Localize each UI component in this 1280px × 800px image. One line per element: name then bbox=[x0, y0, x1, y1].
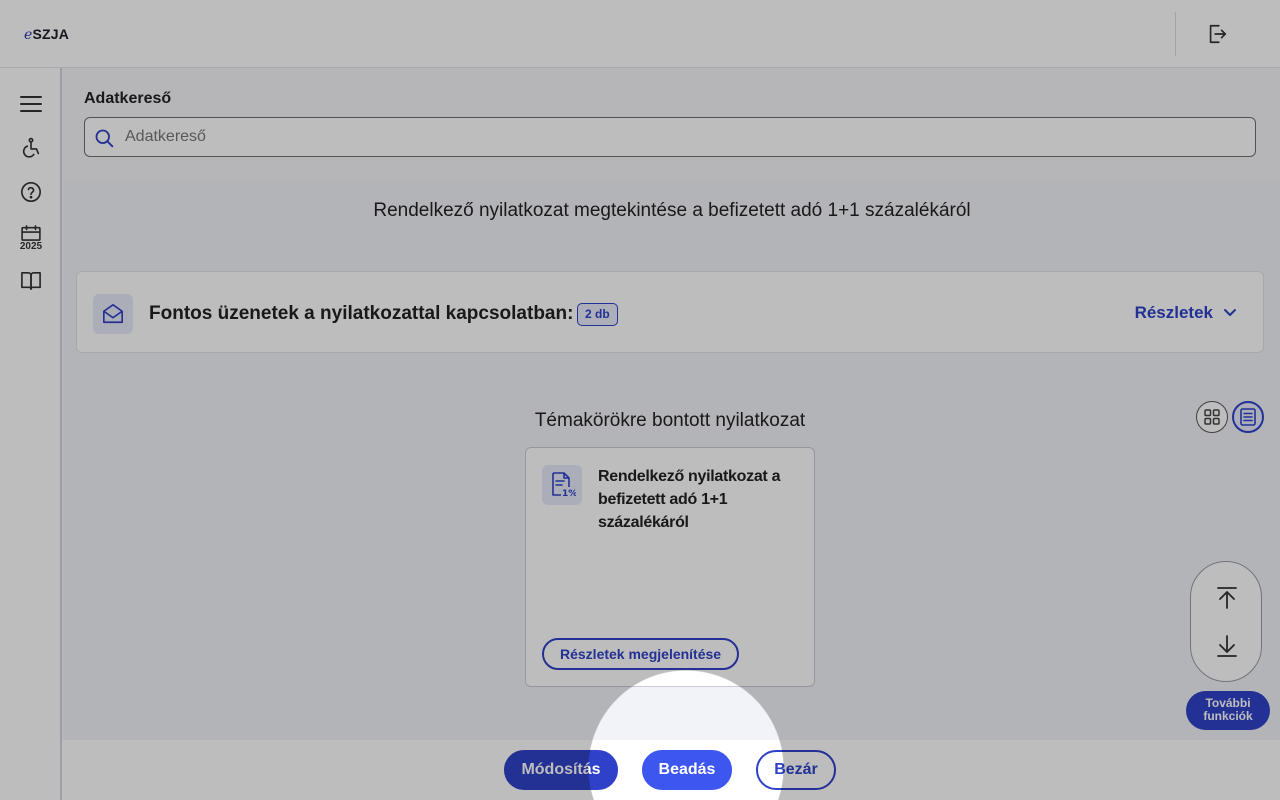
topic-card: 1% Rendelkező nyilatkozat a befizetett a… bbox=[525, 447, 815, 687]
envelope-icon bbox=[93, 294, 133, 334]
document-percent-icon: 1% bbox=[542, 465, 582, 505]
search-icon bbox=[94, 128, 114, 153]
submit-button[interactable]: Beadás bbox=[642, 750, 732, 790]
help-icon bbox=[21, 182, 41, 202]
help-button[interactable] bbox=[13, 174, 49, 210]
calendar-icon bbox=[21, 224, 41, 241]
arrow-up-to-line-icon bbox=[1217, 587, 1237, 609]
arrow-down-to-line-icon bbox=[1217, 635, 1237, 657]
search-input[interactable] bbox=[125, 118, 1245, 156]
search-label: Adatkereső bbox=[84, 90, 172, 107]
grid-icon bbox=[1204, 409, 1220, 425]
show-details-button[interactable]: Részletek megjelenítése bbox=[542, 638, 740, 670]
scroll-to-top-button[interactable] bbox=[1213, 584, 1241, 612]
scroll-controls bbox=[1190, 561, 1262, 682]
search-box bbox=[84, 117, 1256, 157]
eszja-logo[interactable]: eSZJA bbox=[24, 26, 69, 43]
chevron-down-icon bbox=[1224, 309, 1236, 316]
page-title: Rendelkező nyilatkozat megtekintése a be… bbox=[373, 200, 971, 221]
scroll-to-bottom-button[interactable] bbox=[1213, 632, 1241, 660]
accessibility-icon bbox=[22, 137, 40, 158]
close-button[interactable]: Bezár bbox=[756, 750, 836, 790]
accessibility-button[interactable] bbox=[13, 130, 49, 166]
grid-view-button[interactable] bbox=[1196, 401, 1228, 433]
more-functions-button[interactable]: További funkciók bbox=[1186, 691, 1270, 730]
logout-icon bbox=[1209, 24, 1227, 44]
menu-icon bbox=[20, 96, 42, 112]
list-view-button[interactable] bbox=[1232, 401, 1264, 433]
year-label: 2025 bbox=[19, 240, 43, 252]
more-functions-line2: funkciók bbox=[1203, 709, 1253, 723]
menu-button[interactable] bbox=[13, 86, 49, 122]
logout-button[interactable] bbox=[1203, 20, 1231, 48]
app-header: eSZJA bbox=[0, 0, 1280, 68]
topics-section-title: Témakörökre bontott nyilatkozat bbox=[534, 410, 806, 431]
messages-details-toggle[interactable]: Részletek bbox=[1135, 303, 1237, 323]
header-divider bbox=[1175, 12, 1176, 56]
messages-count-badge: 2 db bbox=[577, 303, 618, 326]
svg-text:1%: 1% bbox=[562, 489, 576, 499]
book-icon bbox=[21, 272, 41, 290]
modify-button[interactable]: Módosítás bbox=[504, 750, 618, 790]
side-rail: 2025 bbox=[0, 68, 62, 800]
important-messages-card: Fontos üzenetek a nyilatkozattal kapcsol… bbox=[76, 271, 1264, 353]
year-selector-button[interactable]: 2025 bbox=[13, 220, 49, 256]
guide-button[interactable] bbox=[13, 263, 49, 299]
topic-card-title: Rendelkező nyilatkozat a befizetett adó … bbox=[598, 468, 781, 531]
details-label: Részletek bbox=[1134, 303, 1213, 322]
list-icon bbox=[1240, 408, 1256, 426]
messages-title: Fontos üzenetek a nyilatkozattal kapcsol… bbox=[149, 303, 574, 324]
